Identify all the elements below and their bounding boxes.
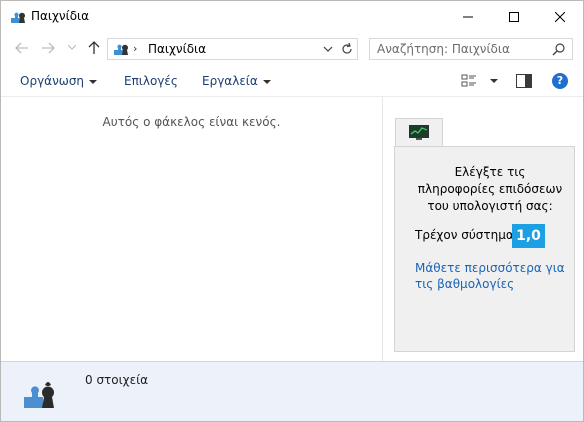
- forward-button[interactable]: [39, 39, 57, 57]
- chevron-down-icon: [68, 45, 76, 50]
- view-options-chevron-icon[interactable]: [490, 79, 498, 83]
- options-button[interactable]: Επιλογές: [124, 74, 178, 88]
- minimize-button[interactable]: [445, 1, 491, 32]
- change-view-icon[interactable]: [461, 73, 477, 89]
- item-count: 0 στοιχεία: [85, 373, 149, 387]
- close-button[interactable]: [537, 1, 583, 32]
- maximize-icon: [509, 11, 519, 22]
- navigation-bar: › Παιχνίδια Αναζήτηση: Παιχνίδια: [1, 33, 583, 63]
- tools-label[interactable]: Εργαλεία: [202, 74, 258, 88]
- details-pane: 0 στοιχεία: [1, 361, 583, 421]
- games-folder-icon: [11, 12, 25, 23]
- score-label: Τρέχον σύστημα: [415, 228, 514, 242]
- explorer-window: Παιχνίδια › Παιχνίδια Αναζήτηση: Παιχνίδ…: [0, 0, 584, 422]
- empty-folder-message: Αυτός ο φάκελος είναι κενός.: [102, 115, 281, 129]
- organize-label[interactable]: Οργάνωση: [20, 74, 84, 88]
- address-bar[interactable]: › Παιχνίδια: [107, 38, 358, 60]
- learn-more-link[interactable]: Μάθετε περισσότερα για τις βαθμολογίες: [415, 260, 565, 292]
- games-folder-icon: [24, 382, 54, 408]
- refresh-icon[interactable]: [339, 41, 355, 57]
- breadcrumb-separator[interactable]: ›: [133, 42, 137, 55]
- recent-locations-button[interactable]: [63, 39, 81, 57]
- search-placeholder[interactable]: Αναζήτηση: Παιχνίδια: [377, 42, 510, 56]
- up-arrow-icon: [88, 41, 100, 54]
- close-icon: [555, 11, 565, 22]
- tools-menu[interactable]: Εργαλεία: [202, 74, 271, 88]
- back-arrow-icon: [15, 42, 28, 54]
- title-bar: Παιχνίδια: [1, 1, 583, 32]
- performance-monitor-icon: [409, 125, 429, 140]
- command-bar: Οργάνωση Επιλογές Εργαλεία ?: [1, 64, 583, 97]
- chevron-down-icon: [89, 79, 98, 84]
- search-icon[interactable]: [552, 42, 566, 56]
- score-badge: 1,0: [512, 224, 545, 248]
- preview-pane-icon[interactable]: [516, 74, 532, 88]
- games-folder-icon: [114, 44, 128, 55]
- performance-panel: Ελέγξτε τις πληροφορίες επιδόσεων του υπ…: [394, 146, 575, 352]
- performance-tab[interactable]: [395, 118, 443, 147]
- pane-divider[interactable]: [382, 97, 383, 361]
- performance-description: Ελέγξτε τις πληροφορίες επιδόσεων του υπ…: [417, 165, 563, 213]
- breadcrumb-games[interactable]: Παιχνίδια: [148, 42, 206, 56]
- up-button[interactable]: [85, 39, 103, 57]
- help-icon[interactable]: ?: [552, 73, 568, 89]
- chevron-down-icon: [262, 79, 271, 84]
- maximize-button[interactable]: [491, 1, 537, 32]
- chevron-down-icon[interactable]: [321, 42, 335, 56]
- forward-arrow-icon: [42, 42, 55, 54]
- back-button[interactable]: [13, 39, 31, 57]
- search-input[interactable]: Αναζήτηση: Παιχνίδια: [369, 38, 573, 60]
- minimize-icon: [463, 16, 473, 17]
- window-title: Παιχνίδια: [31, 9, 90, 23]
- organize-menu[interactable]: Οργάνωση: [20, 74, 98, 88]
